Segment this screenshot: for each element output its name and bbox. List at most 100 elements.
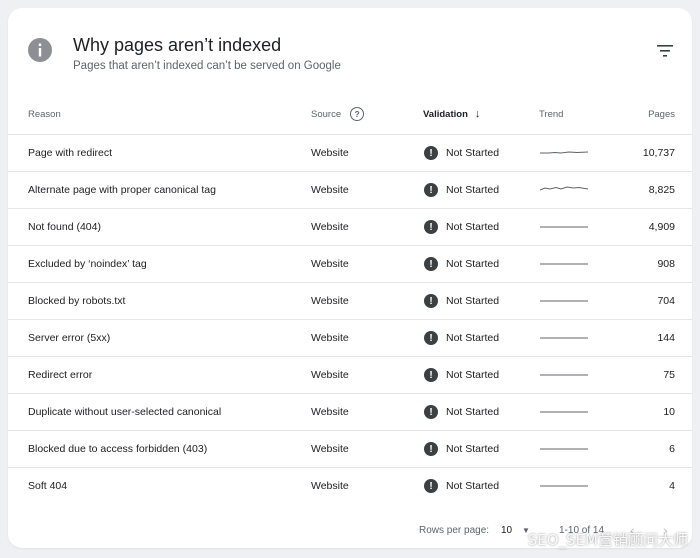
- reason-cell: Page with redirect: [28, 147, 113, 159]
- table-row[interactable]: Blocked due to access forbidden (403) Web…: [8, 431, 692, 468]
- watermark: SEO_SEM营销顾问大师: [527, 531, 688, 549]
- source-cell: Website: [311, 480, 349, 492]
- table-row[interactable]: Redirect error Website! Not Started 75: [8, 357, 692, 394]
- exclamation-icon: !: [424, 257, 438, 271]
- trend-sparkline: [539, 357, 589, 393]
- validation-status: Not Started: [446, 332, 500, 344]
- exclamation-icon: !: [424, 368, 438, 382]
- exclamation-icon: !: [424, 442, 438, 456]
- table-row[interactable]: Duplicate without user-selected canonica…: [8, 394, 692, 431]
- validation-cell: ! Not Started: [423, 320, 499, 356]
- source-cell: Website: [311, 258, 349, 270]
- validation-status: Not Started: [446, 221, 500, 233]
- column-header-validation-label: Validation: [423, 108, 468, 120]
- source-cell: Website: [311, 443, 349, 455]
- table-row[interactable]: Page with redirect Website! Not Started 10,…: [8, 135, 692, 172]
- table-body: Page with redirect Website! Not Started 10,…: [8, 135, 692, 504]
- table-row[interactable]: Server error (5xx) Website! Not Started 144: [8, 320, 692, 357]
- trend-sparkline: [539, 135, 589, 171]
- pages-count: 75: [663, 369, 675, 381]
- table-row[interactable]: Blocked by robots.txt Website! Not Started…: [8, 283, 692, 320]
- exclamation-icon: !: [424, 479, 438, 493]
- source-cell: Website: [311, 147, 349, 159]
- exclamation-icon: !: [424, 183, 438, 197]
- pages-count: 10: [663, 406, 675, 418]
- reason-cell: Redirect error: [28, 369, 93, 381]
- validation-cell: ! Not Started: [423, 135, 499, 171]
- source-cell: Website: [311, 332, 349, 344]
- card-subtitle: Pages that aren’t indexed can’t be serve…: [73, 60, 341, 72]
- reasons-table: Reason Source ? Validation ↓ Trend Pages…: [8, 94, 692, 504]
- reason-cell: Soft 404: [28, 480, 68, 492]
- column-header-reason[interactable]: Reason: [28, 94, 61, 134]
- validation-cell: ! Not Started: [423, 209, 499, 245]
- validation-cell: ! Not Started: [423, 246, 499, 282]
- pages-count: 8,825: [648, 184, 675, 196]
- trend-sparkline: [539, 320, 589, 356]
- help-icon[interactable]: ?: [350, 107, 365, 121]
- pages-count: 908: [657, 258, 675, 270]
- validation-status: Not Started: [446, 443, 500, 455]
- reason-cell: Duplicate without user-selected canonica…: [28, 406, 222, 418]
- validation-status: Not Started: [446, 480, 500, 492]
- source-cell: Website: [311, 369, 349, 381]
- pages-count: 10,737: [642, 147, 675, 159]
- source-cell: Website: [311, 221, 349, 233]
- rows-per-page-label: Rows per page:: [419, 525, 490, 536]
- trend-sparkline: [539, 431, 589, 467]
- column-header-pages[interactable]: Pages: [648, 94, 675, 134]
- table-row[interactable]: Excluded by ‘noindex’ tag Website! Not Sta…: [8, 246, 692, 283]
- column-header-source-label: Source: [311, 108, 342, 120]
- validation-status: Not Started: [446, 147, 500, 159]
- trend-sparkline: [539, 246, 589, 282]
- column-header-trend: Trend: [539, 108, 564, 120]
- exclamation-icon: !: [424, 294, 438, 308]
- source-cell: Website: [311, 406, 349, 418]
- validation-status: Not Started: [446, 295, 500, 307]
- pages-count: 704: [657, 295, 675, 307]
- reason-cell: Blocked by robots.txt: [28, 295, 126, 307]
- trend-sparkline: [539, 283, 589, 319]
- validation-cell: ! Not Started: [423, 283, 499, 319]
- validation-cell: ! Not Started: [423, 468, 499, 504]
- reason-cell: Alternate page with proper canonical tag: [28, 184, 216, 196]
- exclamation-icon: !: [424, 220, 438, 234]
- validation-status: Not Started: [446, 369, 500, 381]
- source-cell: Website: [311, 184, 349, 196]
- trend-sparkline: [539, 172, 589, 208]
- why-not-indexed-card: Why pages aren’t indexed Pages that aren…: [8, 8, 692, 548]
- source-cell: Website: [311, 295, 349, 307]
- reason-cell: Blocked due to access forbidden (403): [28, 443, 208, 455]
- column-header-validation[interactable]: Validation ↓: [423, 94, 480, 134]
- table-row[interactable]: Not found (404) Website! Not Started 4,909: [8, 209, 692, 246]
- reason-cell: Server error (5xx): [28, 332, 111, 344]
- trend-sparkline: [539, 394, 589, 430]
- table-row[interactable]: Soft 404 Website! Not Started 4: [8, 468, 692, 504]
- validation-status: Not Started: [446, 258, 500, 270]
- pages-count: 6: [669, 443, 675, 455]
- validation-cell: ! Not Started: [423, 172, 499, 208]
- validation-status: Not Started: [446, 406, 500, 418]
- arrow-down-icon: ↓: [474, 108, 481, 120]
- filter-icon[interactable]: [656, 44, 674, 58]
- rows-per-page-select[interactable]: 10: [501, 525, 512, 536]
- pages-count: 144: [657, 332, 675, 344]
- pages-count: 4: [669, 480, 675, 492]
- table-row[interactable]: Alternate page with proper canonical tag…: [8, 172, 692, 209]
- info-icon: [28, 38, 52, 62]
- pages-count: 4,909: [648, 221, 675, 233]
- validation-cell: ! Not Started: [423, 394, 499, 430]
- column-header-source[interactable]: Source ?: [311, 94, 365, 134]
- card-title: Why pages aren’t indexed: [73, 35, 282, 55]
- trend-sparkline: [539, 209, 589, 245]
- exclamation-icon: !: [424, 405, 438, 419]
- validation-cell: ! Not Started: [423, 431, 499, 467]
- reason-cell: Not found (404): [28, 221, 101, 233]
- reason-cell: Excluded by ‘noindex’ tag: [28, 258, 147, 270]
- exclamation-icon: !: [424, 146, 438, 160]
- validation-cell: ! Not Started: [423, 357, 499, 393]
- table-header: Reason Source ? Validation ↓ Trend Pages: [8, 94, 692, 135]
- validation-status: Not Started: [446, 184, 500, 196]
- exclamation-icon: !: [424, 331, 438, 345]
- trend-sparkline: [539, 468, 589, 504]
